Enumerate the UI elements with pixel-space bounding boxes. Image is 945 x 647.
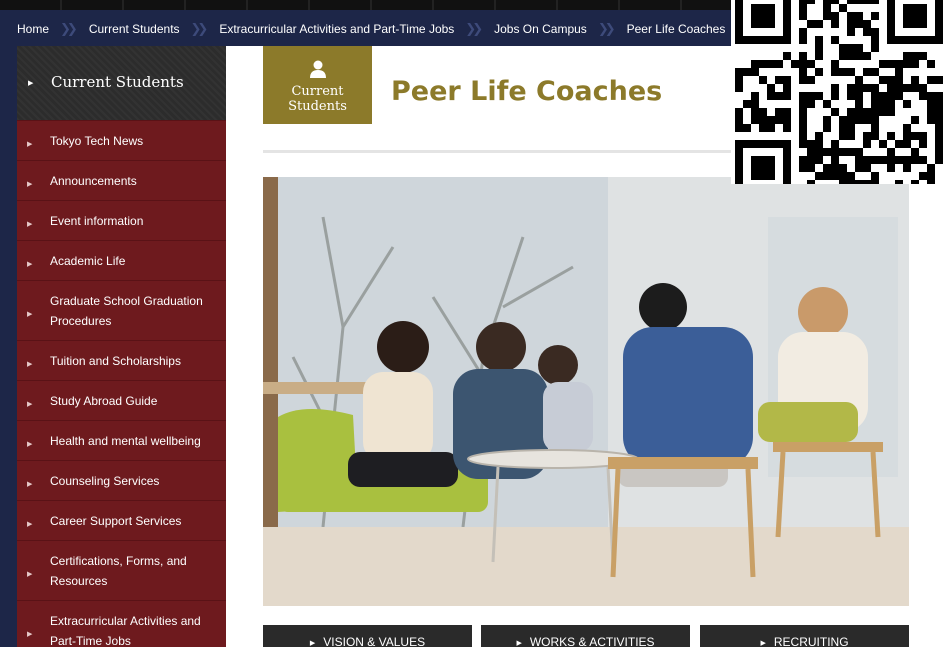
sidebar-item-counseling[interactable]: ▶ Counseling Services xyxy=(17,460,226,500)
sidebar-item-label: Certifications, Forms, and Resources xyxy=(50,554,187,588)
triangle-right-icon: ▶ xyxy=(309,640,316,647)
badge-line-2: Students xyxy=(288,99,347,114)
triangle-right-icon: ▶ xyxy=(27,631,33,638)
works-activities-button[interactable]: ▶ WORKS & ACTIVITIES xyxy=(481,625,690,647)
section-badge[interactable]: Current Students xyxy=(263,46,372,124)
sidebar-item-career-support[interactable]: ▶ Career Support Services xyxy=(17,500,226,540)
triangle-right-icon: ▶ xyxy=(516,640,522,647)
sidebar-item-graduation-procedures[interactable]: ▶ Graduate School Graduation Procedures xyxy=(17,280,226,340)
breadcrumb-separator-icon: ❯❯ xyxy=(465,21,483,36)
triangle-right-icon: ▶ xyxy=(28,80,34,87)
sidebar-item-extracurricular[interactable]: ▶ Extracurricular Activities and Part-Ti… xyxy=(17,600,226,647)
sidebar-item-health-wellbeing[interactable]: ▶ Health and mental wellbeing xyxy=(17,420,226,460)
vision-values-button[interactable]: ▶ VISION & VALUES xyxy=(263,625,472,647)
sidebar: ▶ Current Students ▶ Tokyo Tech News ▶ A… xyxy=(17,46,226,647)
sidebar-item-label: Academic Life xyxy=(50,254,126,268)
sidebar-item-certifications[interactable]: ▶ Certifications, Forms, and Resources xyxy=(17,540,226,600)
breadcrumb-peer-life-coaches: Peer Life Coaches xyxy=(626,22,726,36)
hero-photo xyxy=(263,177,909,606)
recruiting-label: RECRUITING xyxy=(773,635,849,647)
triangle-right-icon: ▶ xyxy=(27,401,33,408)
breadcrumb-home[interactable]: Home xyxy=(17,22,49,36)
triangle-right-icon: ▶ xyxy=(27,261,33,268)
sidebar-item-label: Tuition and Scholarships xyxy=(50,354,181,368)
sidebar-item-label: Announcements xyxy=(50,174,137,188)
sidebar-item-label: Study Abroad Guide xyxy=(50,394,158,408)
sidebar-heading-label: Current Students xyxy=(51,73,184,91)
left-stripe xyxy=(0,46,17,647)
triangle-right-icon: ▶ xyxy=(27,181,33,188)
sidebar-item-label: Event information xyxy=(50,214,144,228)
badge-line-1: Current xyxy=(291,84,344,99)
triangle-right-icon: ▶ xyxy=(27,481,33,488)
breadcrumb-separator-icon: ❯❯ xyxy=(60,21,78,36)
sidebar-item-tokyo-tech-news[interactable]: ▶ Tokyo Tech News xyxy=(17,120,226,160)
recruiting-button[interactable]: ▶ RECRUITING xyxy=(700,625,909,647)
qr-code xyxy=(731,0,945,196)
sidebar-item-label: Health and mental wellbeing xyxy=(50,434,201,448)
sidebar-item-tuition-scholarships[interactable]: ▶ Tuition and Scholarships xyxy=(17,340,226,380)
qr-code-icon xyxy=(735,0,943,196)
works-activities-label: WORKS & ACTIVITIES xyxy=(529,635,655,647)
page-title: Peer Life Coaches xyxy=(391,76,663,107)
sidebar-item-event-information[interactable]: ▶ Event information xyxy=(17,200,226,240)
sidebar-item-study-abroad[interactable]: ▶ Study Abroad Guide xyxy=(17,380,226,420)
breadcrumb-current-students[interactable]: Current Students xyxy=(89,22,180,36)
hero-photo-illustration xyxy=(263,177,909,606)
breadcrumb-jobs-on-campus[interactable]: Jobs On Campus xyxy=(494,22,587,36)
triangle-right-icon: ▶ xyxy=(27,441,33,448)
person-icon xyxy=(310,60,326,78)
sidebar-item-label: Tokyo Tech News xyxy=(50,134,144,148)
sidebar-item-academic-life[interactable]: ▶ Academic Life xyxy=(17,240,226,280)
breadcrumb-extracurricular[interactable]: Extracurricular Activities and Part-Time… xyxy=(219,22,454,36)
sidebar-item-label: Career Support Services xyxy=(50,514,182,528)
triangle-right-icon: ▶ xyxy=(27,141,33,148)
triangle-right-icon: ▶ xyxy=(27,521,33,528)
triangle-right-icon: ▶ xyxy=(27,311,33,318)
breadcrumb-separator-icon: ❯❯ xyxy=(190,21,209,36)
triangle-right-icon: ▶ xyxy=(27,221,33,228)
triangle-right-icon: ▶ xyxy=(760,640,766,647)
triangle-right-icon: ▶ xyxy=(27,571,33,578)
sidebar-heading[interactable]: ▶ Current Students xyxy=(17,46,226,120)
sidebar-item-label: Extracurricular Activities and Part-Time… xyxy=(50,614,201,647)
breadcrumb-separator-icon: ❯❯ xyxy=(597,21,616,36)
sidebar-item-label: Graduate School Graduation Procedures xyxy=(50,294,203,328)
sidebar-item-announcements[interactable]: ▶ Announcements xyxy=(17,160,226,200)
breadcrumb: Home ❯❯ Current Students ❯❯ Extracurricu… xyxy=(17,17,725,41)
triangle-right-icon: ▶ xyxy=(27,361,33,368)
sidebar-item-label: Counseling Services xyxy=(50,474,160,488)
vision-values-label: VISION & VALUES xyxy=(323,635,426,647)
